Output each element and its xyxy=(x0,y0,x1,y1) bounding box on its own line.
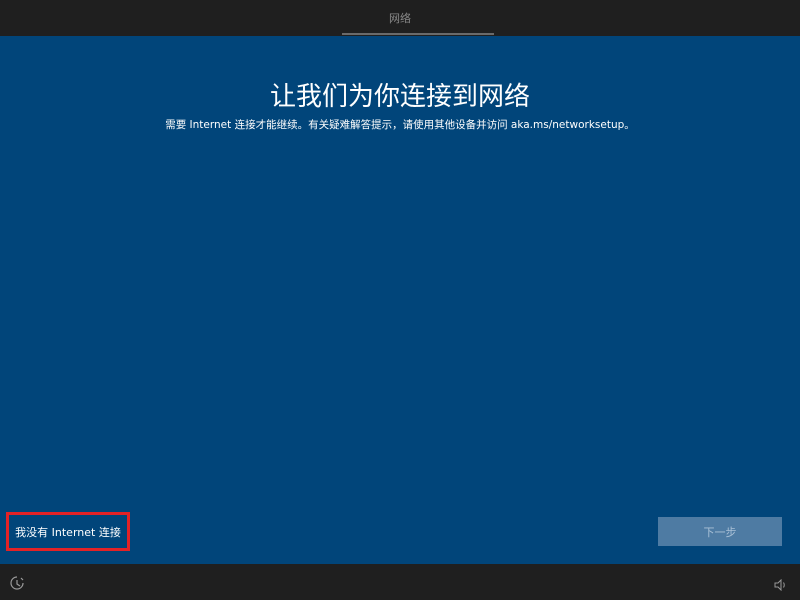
next-button-label: 下一步 xyxy=(703,526,737,539)
volume-icon[interactable] xyxy=(774,576,788,592)
section-indicator xyxy=(342,33,494,35)
top-bar: 网络 xyxy=(0,0,800,36)
bottom-bar xyxy=(0,564,800,600)
page-title: 让我们为你连接到网络 xyxy=(269,82,530,112)
no-internet-connection-label: 我没有 Internet 连接 xyxy=(15,525,121,539)
network-setup-panel: 让我们为你连接到网络 需要 Internet 连接才能继续。有关疑难解答提示，请… xyxy=(0,36,800,564)
page-description: 需要 Internet 连接才能继续。有关疑难解答提示，请使用其他设备并访问 a… xyxy=(165,119,635,131)
ease-of-access-icon[interactable] xyxy=(9,575,25,591)
oobe-screen: 网络 让我们为你连接到网络 需要 Internet 连接才能继续。有关疑难解答提… xyxy=(0,0,800,600)
next-button[interactable]: 下一步 xyxy=(658,517,782,546)
section-title: 网络 xyxy=(389,12,411,25)
no-internet-connection-link[interactable]: 我没有 Internet 连接 xyxy=(6,512,130,551)
